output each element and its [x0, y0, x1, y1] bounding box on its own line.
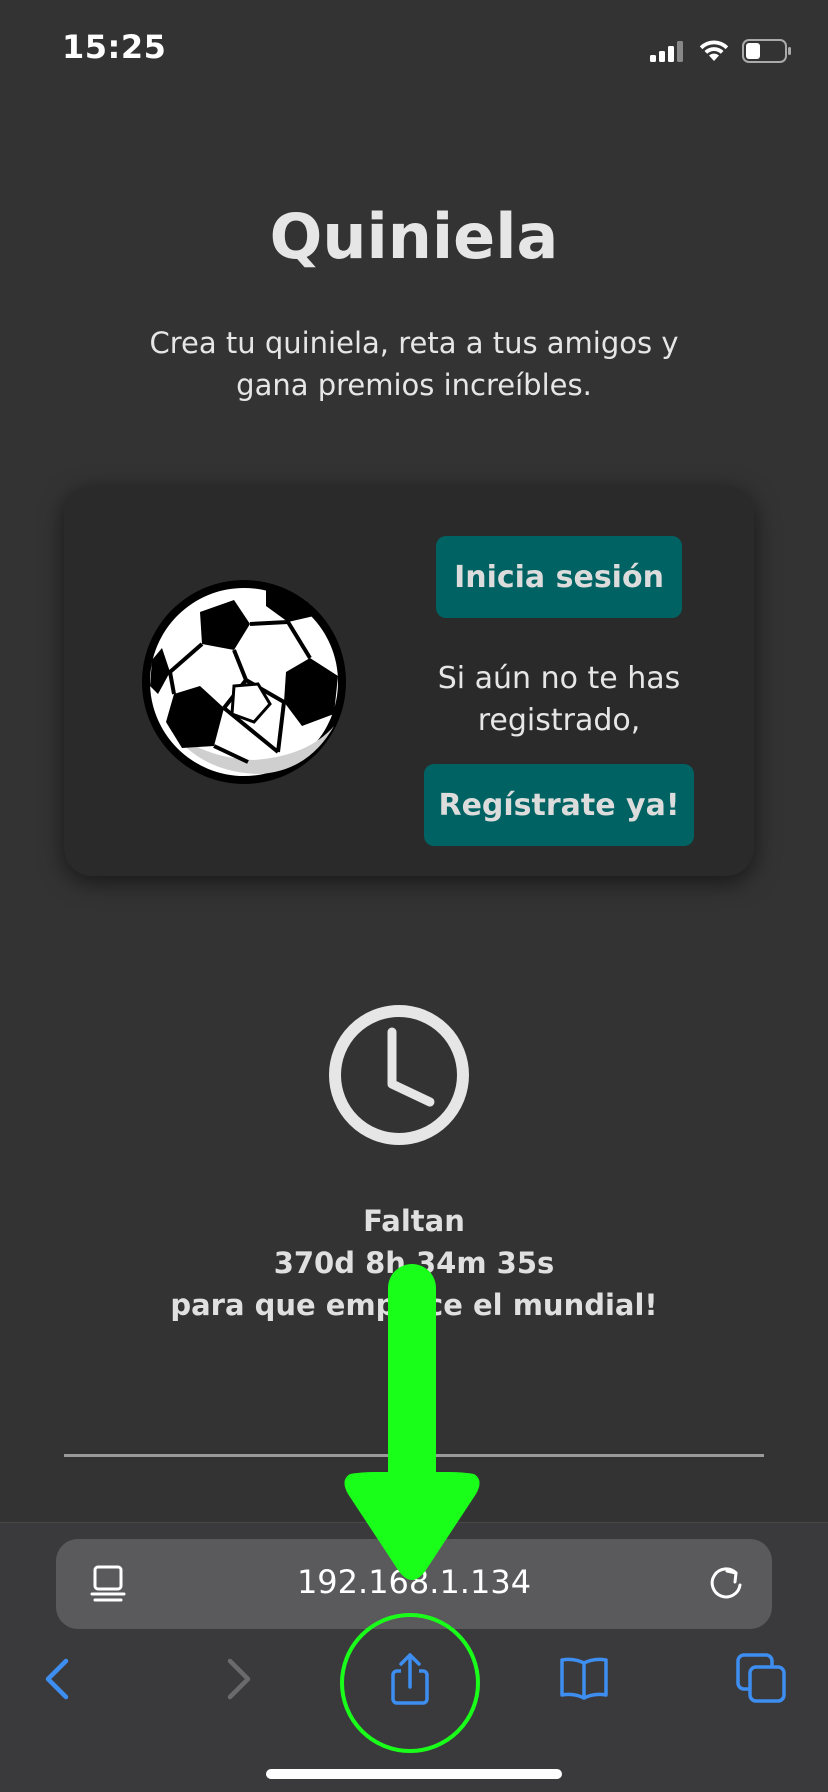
countdown-timer: 370d 8h 34m 35s: [273, 1246, 555, 1280]
battery-icon: [742, 39, 791, 63]
status-time: 15:25: [62, 28, 167, 66]
register-prompt: Si aún no te has registrado,: [437, 661, 681, 738]
cellular-signal-icon: [650, 41, 683, 62]
countdown-line-3: para que empiece el mundial!: [170, 1288, 658, 1322]
countdown-line-1: Faltan: [363, 1204, 465, 1238]
reload-icon[interactable]: [706, 1563, 746, 1603]
address-bar[interactable]: 192.168.1.134: [56, 1539, 772, 1629]
home-indicator: [266, 1769, 562, 1779]
tabs-icon[interactable]: [734, 1651, 790, 1707]
status-bar: 15:25: [0, 0, 828, 100]
page-title: Quiniela: [269, 200, 559, 273]
bookmarks-icon[interactable]: [556, 1651, 612, 1707]
back-icon[interactable]: [32, 1651, 88, 1707]
wifi-icon: [699, 40, 729, 61]
page-subtitle: Crea tu quiniela, reta a tus amigos y ga…: [149, 326, 679, 402]
status-icons: [650, 36, 792, 66]
divider: [64, 1454, 764, 1457]
register-button[interactable]: Regístrate ya!: [424, 764, 694, 846]
login-button[interactable]: Inicia sesión: [436, 536, 682, 618]
share-icon[interactable]: [382, 1651, 438, 1707]
url-text[interactable]: 192.168.1.134: [56, 1563, 772, 1601]
soccer-ball-icon: [142, 580, 346, 784]
forward-icon[interactable]: [208, 1651, 264, 1707]
auth-card: Inicia sesión Si aún no te has registrad…: [64, 486, 754, 876]
browser-toolbar: 192.168.1.134: [0, 1522, 828, 1792]
countdown-text: Faltan 370d 8h 34m 35s para que empiece …: [100, 1200, 728, 1326]
clock-icon: [329, 1005, 469, 1145]
